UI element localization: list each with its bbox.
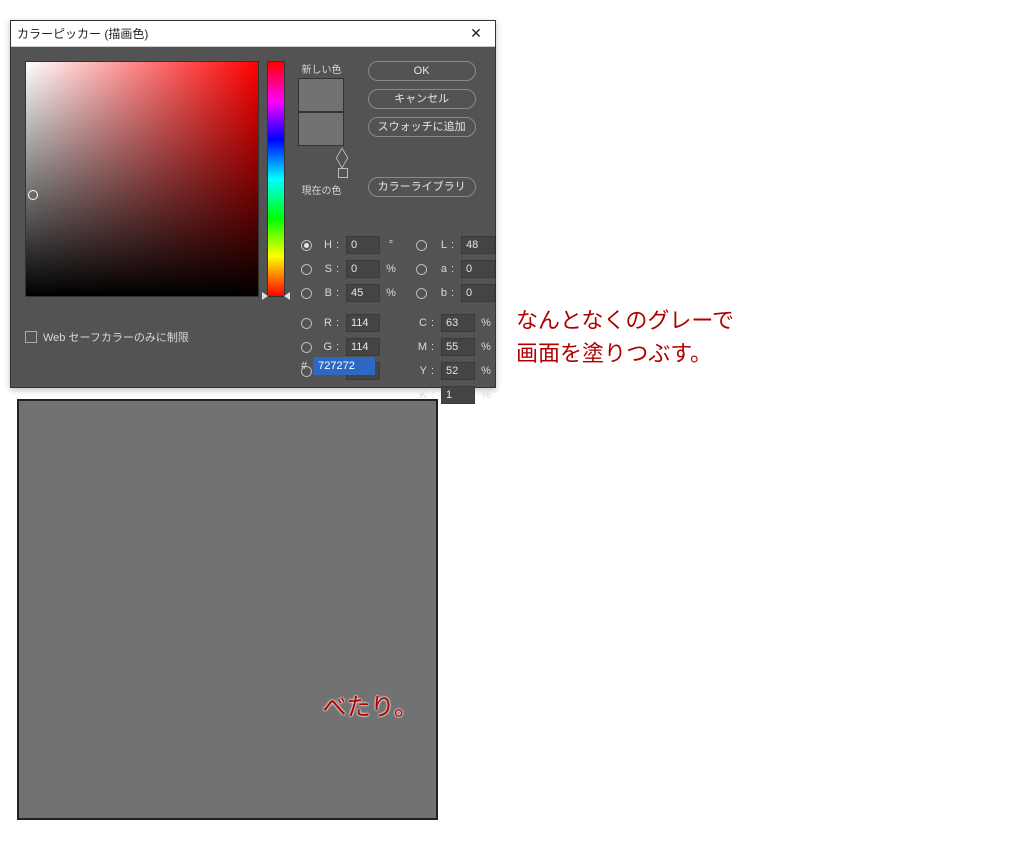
colon: : [451,287,457,299]
colon: : [431,341,437,353]
websafe-warning-icon[interactable] [338,168,348,178]
unit-s: % [384,263,398,275]
label-m: M [411,341,427,353]
canvas-caption: べたり。 [322,687,418,722]
label-c: C [411,317,427,329]
input-m[interactable] [441,338,475,356]
color-field[interactable] [25,61,259,297]
label-y: Y [411,365,427,377]
input-r[interactable] [346,314,380,332]
colon: : [336,341,342,353]
input-s[interactable] [346,260,380,278]
hue-thumb-icon [284,292,290,300]
input-c[interactable] [441,314,475,332]
color-field-indicator [28,190,38,200]
label-l: L [431,239,447,251]
annotation-line1: なんとなくのグレーで [516,304,734,337]
new-color-label: 新しい色 [301,61,341,76]
colon: : [336,317,342,329]
unit-h: ° [384,239,398,251]
hue-slider[interactable] [267,61,285,297]
radio-g[interactable] [301,342,312,353]
input-h[interactable] [346,236,380,254]
radio-b[interactable] [416,288,427,299]
unit-y: % [479,365,493,377]
dialog-title: カラーピッカー (描画色) [17,25,148,42]
colon: : [451,263,457,275]
colon: : [431,317,437,329]
current-color-label: 現在の色 [301,182,341,197]
hash-label: # [301,360,307,372]
close-button[interactable]: ✕ [463,25,489,42]
label-bv: B [316,287,332,299]
radio-bv[interactable] [301,288,312,299]
unit-m: % [479,341,493,353]
colon: : [431,365,437,377]
annotation-line2: 画面を塗りつぶす。 [516,337,734,370]
websafe-checkbox[interactable] [25,331,37,343]
add-swatch-button[interactable]: スウォッチに追加 [368,117,476,137]
input-k[interactable] [441,386,475,404]
hue-thumb-icon [262,292,268,300]
hex-row: # [301,357,375,375]
input-b[interactable] [461,284,495,302]
label-r: R [316,317,332,329]
annotation-text: なんとなくのグレーで 画面を塗りつぶす。 [516,304,734,370]
cancel-button[interactable]: キャンセル [368,89,476,109]
input-a[interactable] [461,260,495,278]
radio-a[interactable] [416,264,427,275]
label-b: b [431,287,447,299]
gamut-warning-icon[interactable] [336,152,348,164]
dialog-body: 新しい色 現在の色 OK キャンセル スウォッチに追加 カラーライブラリ [11,47,495,387]
radio-h[interactable] [301,240,312,251]
new-color-swatch[interactable] [298,78,344,112]
hex-input[interactable] [313,357,375,375]
unit-k: % [479,389,493,401]
radio-l[interactable] [416,240,427,251]
ok-button[interactable]: OK [368,61,476,81]
unit-c: % [479,317,493,329]
input-bv[interactable] [346,284,380,302]
colon: : [336,239,342,251]
label-a: a [431,263,447,275]
colon: : [336,287,342,299]
color-picker-dialog: カラーピッカー (描画色) ✕ 新しい色 現在の色 OK キャンセル [10,20,496,388]
input-l[interactable] [461,236,495,254]
label-s: S [316,263,332,275]
radio-r[interactable] [301,318,312,329]
grey-canvas: べたり。 [17,399,438,820]
radio-s[interactable] [301,264,312,275]
unit-bv: % [384,287,398,299]
color-library-button[interactable]: カラーライブラリ [368,177,476,197]
input-g[interactable] [346,338,380,356]
titlebar: カラーピッカー (描画色) ✕ [11,21,495,47]
colon: : [336,263,342,275]
input-y[interactable] [441,362,475,380]
label-g: G [316,341,332,353]
colon: : [451,239,457,251]
websafe-row: Web セーフカラーのみに制限 [25,329,189,345]
label-h: H [316,239,332,251]
websafe-label: Web セーフカラーのみに制限 [43,329,189,345]
current-color-swatch[interactable] [298,112,344,146]
